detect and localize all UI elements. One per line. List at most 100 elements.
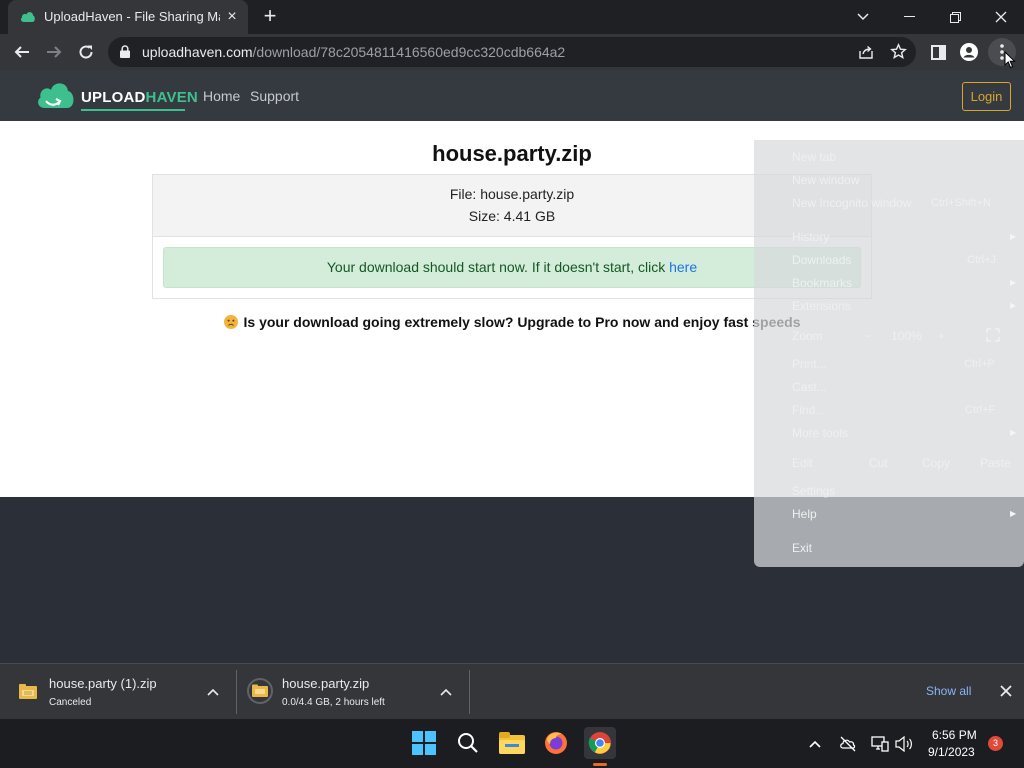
tab-close-icon[interactable]: × <box>224 9 240 25</box>
page-viewport: UPLOADHAVEN Home Support Login house.par… <box>0 70 1024 663</box>
upgrade-notice-text: Is your download going extremely slow? U… <box>243 314 801 330</box>
bookmark-star-icon[interactable] <box>890 43 907 60</box>
menu-incognito-shortcut: Ctrl+Shift+N <box>931 197 991 209</box>
menu-cut[interactable]: Cut <box>869 456 888 470</box>
nav-support-link[interactable]: Support <box>250 88 299 104</box>
download-status: 0.0/4.4 GB, 2 hours left <box>282 697 385 708</box>
tab-title: UploadHaven - File Sharing Made Simple <box>44 9 220 24</box>
cloud-logo-icon <box>38 83 74 108</box>
tray-overflow-chevron-icon[interactable] <box>809 740 821 748</box>
nav-home-link[interactable]: Home <box>203 88 240 104</box>
menu-new-incognito[interactable]: New Incognito window <box>792 196 911 210</box>
menu-cast[interactable]: Cast... <box>792 380 827 394</box>
menu-new-tab[interactable]: New tab <box>792 150 836 164</box>
back-icon[interactable] <box>8 38 36 66</box>
download-filename: house.party (1).zip <box>49 676 157 691</box>
menu-downloads[interactable]: Downloads <box>792 253 851 267</box>
new-tab-icon[interactable]: + <box>258 5 282 29</box>
logo-haven-text: HAVEN <box>145 89 198 106</box>
zoom-level: 100% <box>891 329 922 343</box>
profile-icon[interactable] <box>955 38 983 66</box>
clock-time[interactable]: 6:56 PM <box>932 728 977 742</box>
menu-help[interactable]: Help <box>792 507 817 521</box>
chrome-taskbar-icon[interactable] <box>584 727 616 759</box>
mouse-cursor-icon <box>1004 51 1016 69</box>
download-alert-text: Your download should start now. If it do… <box>326 259 670 275</box>
extensions-arrow-icon: ▶ <box>1010 301 1017 310</box>
volume-icon[interactable] <box>895 736 913 752</box>
logo-wordmark: UPLOADHAVEN <box>81 89 198 106</box>
browser-title-bar: UploadHaven - File Sharing Made Simple ×… <box>0 0 1024 34</box>
lock-icon[interactable] <box>120 45 130 58</box>
network-icon[interactable] <box>871 736 889 752</box>
browser-toolbar: uploadhaven.com/download/78c205481141656… <box>0 34 1024 70</box>
url-host: uploadhaven.com <box>142 44 253 60</box>
browser-tab[interactable]: UploadHaven - File Sharing Made Simple × <box>8 0 248 34</box>
menu-copy[interactable]: Copy <box>922 456 950 470</box>
menu-find-shortcut: Ctrl+F <box>965 404 996 416</box>
zip-file-icon <box>19 684 37 699</box>
download-here-link[interactable]: here <box>669 259 697 275</box>
menu-settings[interactable]: Settings <box>792 484 835 498</box>
close-window-icon[interactable] <box>978 0 1024 34</box>
bookmarks-arrow-icon: ▶ <box>1010 278 1017 287</box>
uploadhaven-favicon-icon <box>20 12 35 22</box>
clock-date[interactable]: 9/1/2023 <box>928 745 975 759</box>
tab-search-chevron-icon[interactable] <box>840 0 886 34</box>
menu-print-shortcut: Ctrl+P <box>964 358 995 370</box>
menu-zoom-label: Zoom <box>792 329 823 343</box>
file-explorer-icon[interactable] <box>496 727 528 759</box>
address-bar[interactable]: uploadhaven.com/download/78c205481141656… <box>108 37 916 67</box>
show-all-downloads-link[interactable]: Show all <box>926 684 971 698</box>
firefox-icon[interactable] <box>540 727 572 759</box>
active-app-indicator <box>593 763 607 766</box>
close-shelf-icon[interactable] <box>1000 685 1012 697</box>
menu-more-tools[interactable]: More tools <box>792 426 848 440</box>
minimize-icon[interactable] <box>886 0 932 34</box>
menu-print[interactable]: Print... <box>792 357 827 371</box>
forward-icon[interactable] <box>40 38 68 66</box>
url-text: uploadhaven.com/download/78c205481141656… <box>142 44 565 60</box>
windows-taskbar: 6:56 PM 9/1/2023 3 <box>0 719 1024 768</box>
logo-upload-text: UPLOAD <box>81 89 146 106</box>
chevron-up-icon[interactable] <box>440 688 452 696</box>
logo-underline <box>81 109 185 111</box>
site-navbar: UPLOADHAVEN Home Support Login <box>0 70 1024 121</box>
menu-find[interactable]: Find... <box>792 403 825 417</box>
menu-downloads-shortcut: Ctrl+J <box>967 254 997 266</box>
search-icon[interactable] <box>452 727 484 759</box>
history-arrow-icon: ▶ <box>1010 232 1017 241</box>
menu-exit[interactable]: Exit <box>792 541 812 555</box>
help-arrow-icon: ▶ <box>1010 509 1017 518</box>
download-item[interactable]: house.party.zip 0.0/4.4 GB, 2 hours left <box>237 664 469 720</box>
download-item[interactable]: house.party (1).zip Canceled <box>0 664 236 720</box>
download-separator <box>469 670 470 714</box>
more-tools-arrow-icon: ▶ <box>1010 428 1017 437</box>
zoom-in-button[interactable]: + <box>938 329 945 343</box>
download-shelf: house.party (1).zip Canceled house.party… <box>0 663 1024 719</box>
menu-bookmarks[interactable]: Bookmarks <box>792 276 852 290</box>
menu-history[interactable]: History <box>792 230 829 244</box>
site-logo[interactable]: UPLOADHAVEN <box>36 78 198 114</box>
side-panel-icon[interactable] <box>924 38 952 66</box>
share-icon[interactable] <box>858 44 874 60</box>
chevron-up-icon[interactable] <box>207 688 219 696</box>
menu-edit-label: Edit <box>792 456 813 470</box>
menu-paste[interactable]: Paste <box>980 456 1011 470</box>
windows-start-icon[interactable] <box>408 727 440 759</box>
chrome-app-menu: New tab New window New Incognito window … <box>754 140 1024 567</box>
download-status: Canceled <box>49 697 92 708</box>
worried-face-icon <box>223 315 238 329</box>
reload-icon[interactable] <box>72 38 100 66</box>
notification-badge[interactable]: 3 <box>988 736 1003 751</box>
menu-extensions[interactable]: Extensions <box>792 299 851 313</box>
menu-new-window[interactable]: New window <box>792 173 859 187</box>
onedrive-offline-icon[interactable] <box>840 736 856 752</box>
fullscreen-icon[interactable] <box>986 328 1000 342</box>
url-path: /download/78c2054811416560ed9cc320cdb664… <box>252 44 566 60</box>
restore-icon[interactable] <box>932 0 978 34</box>
login-button[interactable]: Login <box>962 82 1011 111</box>
zip-file-progress-icon <box>247 678 273 704</box>
zoom-out-button[interactable]: − <box>864 329 871 343</box>
download-filename: house.party.zip <box>282 676 370 691</box>
